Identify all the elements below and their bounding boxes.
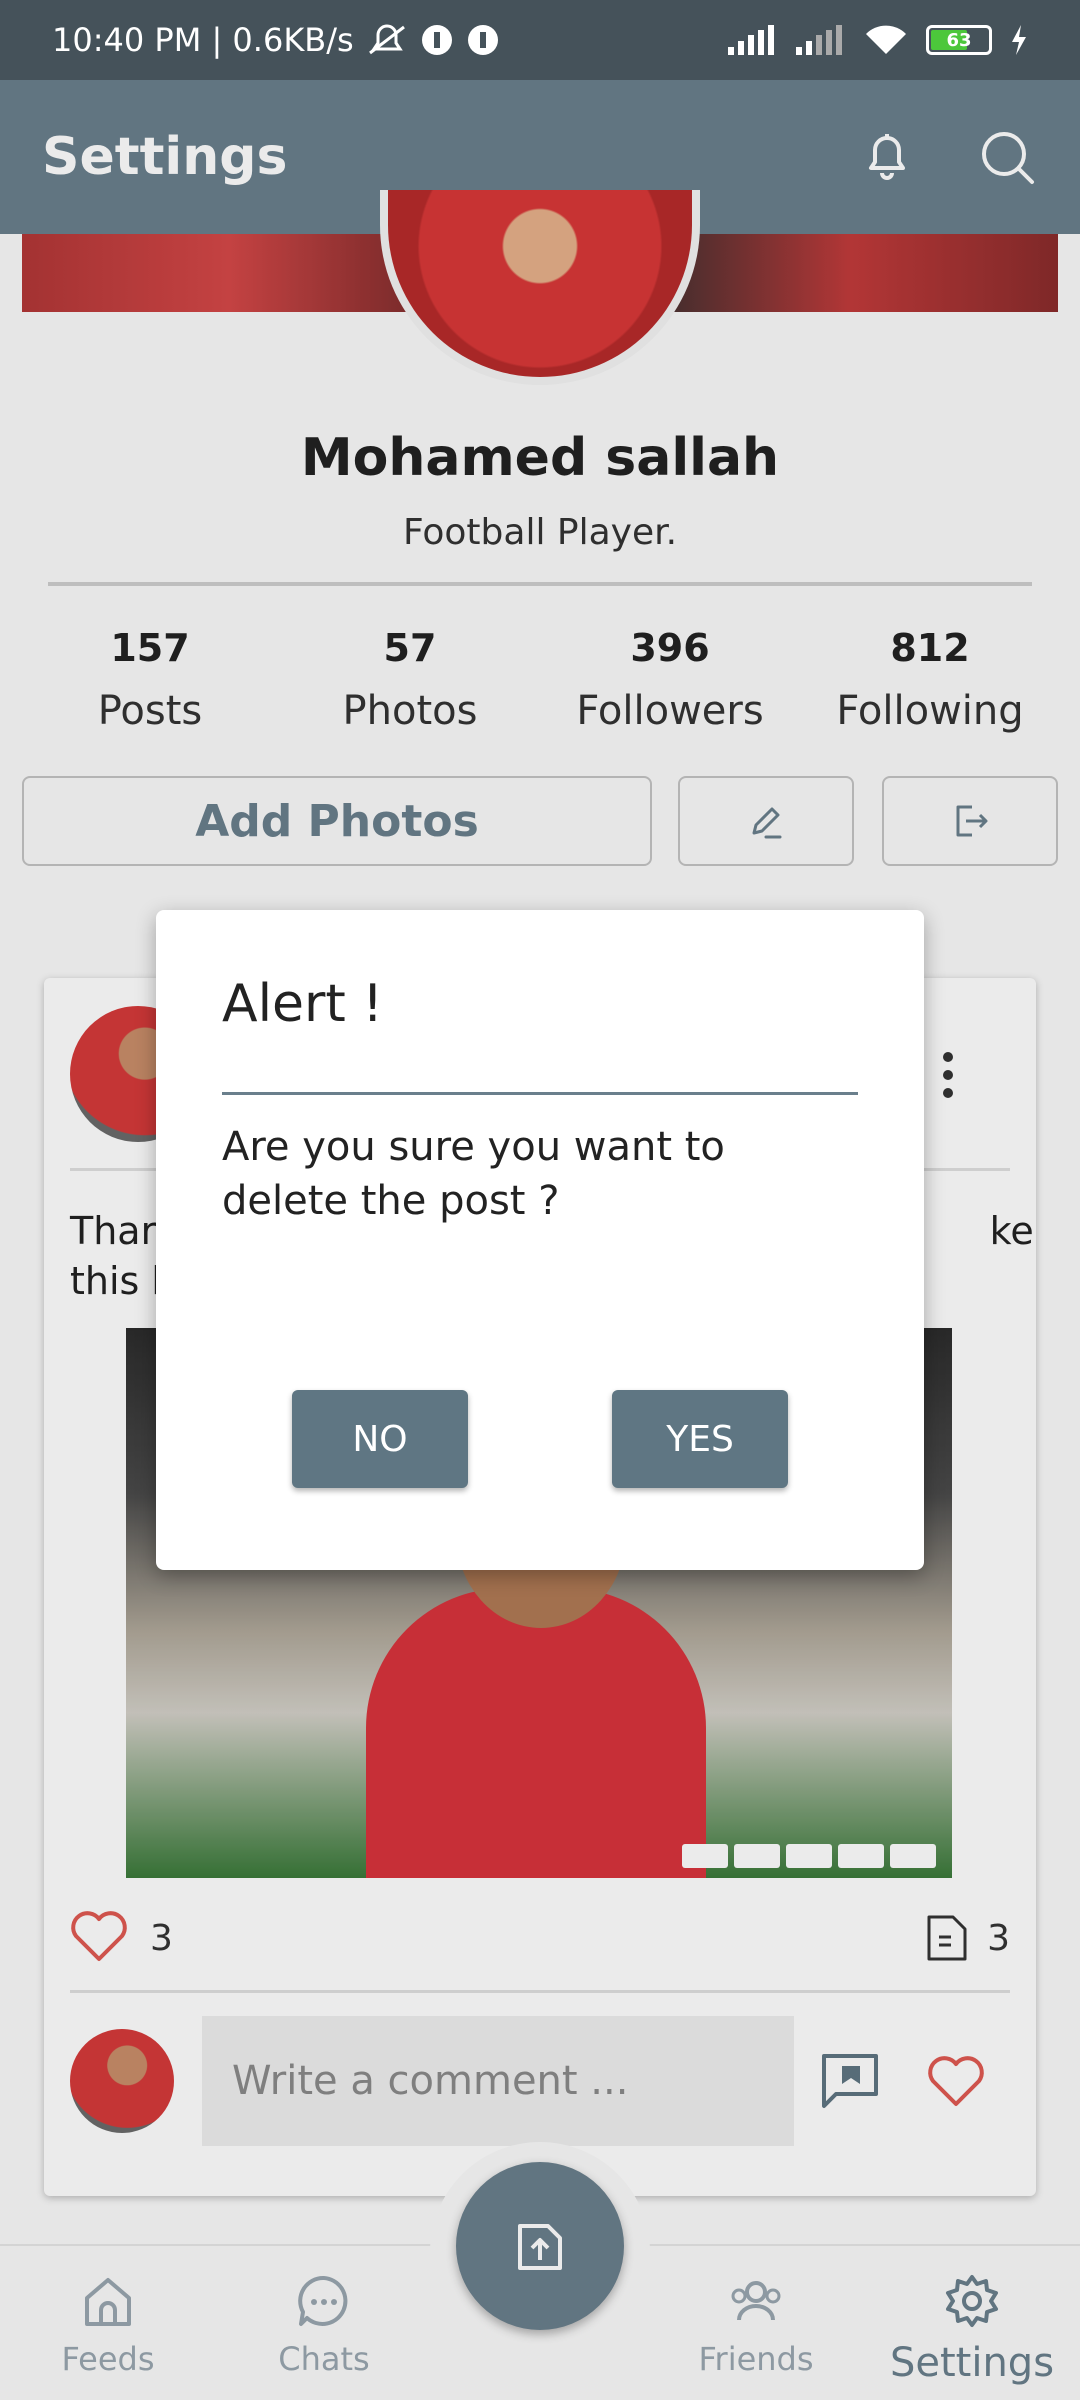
wifi-icon: [866, 25, 906, 54]
app-notification-icon-2: [467, 25, 498, 55]
battery-indicator: 63: [926, 25, 992, 55]
yes-button[interactable]: YES: [612, 1390, 788, 1488]
dialog-message: Are you sure you want to delete the post…: [222, 1124, 725, 1224]
app-notification-icon: [421, 25, 452, 55]
signal-icon-2: [796, 25, 842, 55]
mute-icon: [368, 24, 405, 55]
charging-icon: [1012, 25, 1026, 55]
no-button[interactable]: NO: [292, 1390, 468, 1488]
signal-icon: [728, 25, 774, 55]
status-time: 10:40 PM | 0.6KB/s: [52, 21, 354, 59]
dialog-title: Alert !: [222, 974, 384, 1034]
dialog-divider: [222, 1092, 858, 1095]
status-bar: 10:40 PM | 0.6KB/s 63: [0, 0, 1080, 80]
alert-dialog: Alert ! Are you sure you want to delete …: [156, 910, 924, 1570]
